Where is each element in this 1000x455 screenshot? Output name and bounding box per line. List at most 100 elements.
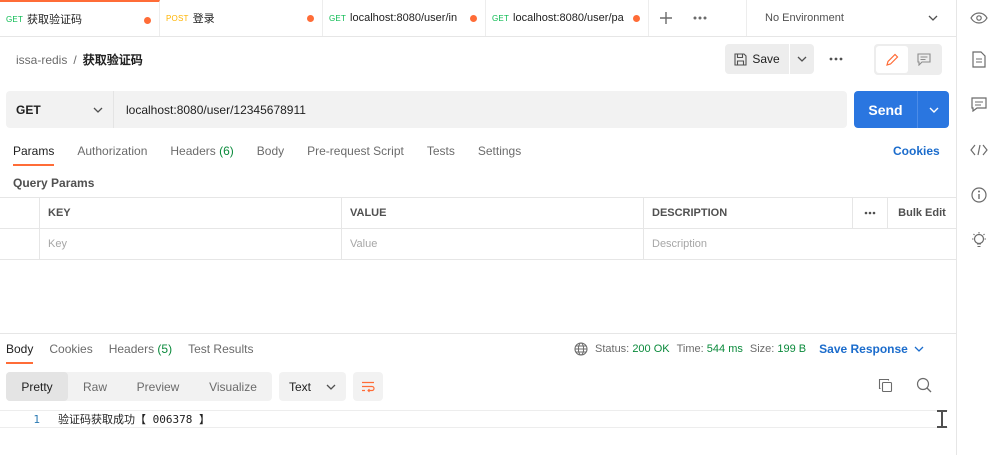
format-preview[interactable]: Preview (122, 372, 194, 401)
comments-button[interactable] (969, 94, 989, 114)
http-method-select[interactable]: GET (6, 91, 114, 128)
key-input[interactable]: Key (40, 229, 342, 259)
more-horizontal-icon (693, 16, 707, 20)
tab-get-verification-code[interactable]: GET 获取验证码 (0, 0, 160, 36)
i-beam-cursor-icon (937, 410, 947, 428)
send-button[interactable]: Send (854, 91, 918, 128)
plus-icon (660, 12, 672, 24)
edit-mode-button[interactable] (876, 46, 908, 73)
response-tab-test-results[interactable]: Test Results (188, 342, 253, 364)
description-column-header: DESCRIPTION (644, 198, 853, 228)
comment-mode-button[interactable] (908, 46, 940, 73)
value-input[interactable]: Value (342, 229, 644, 259)
size-indicator[interactable]: Size: 199 B (750, 343, 806, 355)
response-tab-body[interactable]: Body (6, 342, 33, 364)
time-indicator[interactable]: Time: 544 ms (677, 343, 743, 355)
response-tab-headers[interactable]: Headers (5) (109, 342, 172, 364)
chevron-down-icon (797, 56, 807, 62)
send-options-dropdown[interactable] (918, 91, 949, 128)
response-body-viewer[interactable]: 1 验证码获取成功【 006378 】 (0, 410, 948, 428)
tab-method: GET (329, 13, 347, 23)
breadcrumb-collection[interactable]: issa-redis (16, 53, 67, 67)
column-options-button[interactable] (853, 198, 888, 228)
save-response-label: Save Response (819, 342, 908, 356)
tab-settings[interactable]: Settings (478, 144, 521, 166)
status-indicator[interactable]: Status: 200 OK (595, 343, 670, 355)
chevron-down-icon (93, 107, 103, 113)
bulk-edit-button[interactable]: Bulk Edit (888, 198, 956, 228)
tab-actions (649, 0, 717, 36)
save-response-button[interactable]: Save Response (819, 342, 924, 356)
cookies-link[interactable]: Cookies (893, 144, 940, 158)
query-params-title: Query Params (13, 176, 95, 190)
chevron-down-icon (326, 384, 336, 390)
response-tab-cookies[interactable]: Cookies (49, 342, 92, 364)
code-icon (970, 144, 988, 156)
tab-body[interactable]: Body (257, 144, 284, 166)
row-checkbox[interactable] (0, 229, 40, 259)
tab-tests[interactable]: Tests (427, 144, 455, 166)
response-tabs: Body Cookies Headers (5) Test Results (6, 342, 253, 364)
environment-label: No Environment (765, 12, 844, 24)
status-label: Status: (595, 343, 630, 355)
size-label: Size: (749, 343, 775, 355)
http-method-value: GET (16, 102, 41, 117)
description-input[interactable]: Description (644, 229, 956, 259)
url-bar: GET localhost:8080/user/12345678911 (6, 91, 847, 128)
request-more-actions-button[interactable] (826, 52, 846, 66)
info-button[interactable] (969, 185, 989, 205)
format-raw[interactable]: Raw (68, 372, 122, 401)
tab-title: 获取验证码 (27, 14, 83, 26)
response-line-text: 验证码获取成功【 006378 】 (58, 413, 210, 426)
unsaved-dot-icon (307, 15, 314, 22)
key-column-header: KEY (40, 198, 342, 228)
documentation-button[interactable] (969, 49, 989, 69)
copy-response-button[interactable] (878, 378, 893, 396)
tab-method: GET (6, 14, 24, 24)
url-input[interactable]: localhost:8080/user/12345678911 (114, 91, 306, 128)
headers-count: (6) (219, 144, 234, 158)
request-config-tabs: Params Authorization Headers (6) Body Pr… (13, 144, 521, 166)
search-response-button[interactable] (916, 377, 932, 396)
save-button[interactable]: Save (725, 44, 789, 74)
code-snippet-button[interactable] (969, 140, 989, 160)
unsaved-dot-icon (470, 15, 477, 22)
copy-icon (878, 378, 893, 393)
wrap-lines-button[interactable] (353, 372, 383, 401)
save-options-dropdown[interactable] (790, 44, 814, 74)
breadcrumb: issa-redis / 获取验证码 (16, 51, 143, 68)
format-visualize[interactable]: Visualize (194, 372, 272, 401)
response-format-toggle: Pretty Raw Preview Visualize (6, 372, 272, 401)
tab-login[interactable]: POST 登录 (160, 0, 323, 36)
new-tab-button[interactable] (649, 0, 683, 36)
response-meta: Status: 200 OK Time: 544 ms Size: 199 B … (574, 342, 924, 356)
more-horizontal-icon (864, 211, 876, 215)
save-label: Save (752, 52, 780, 66)
environment-selector[interactable]: No Environment (746, 0, 956, 36)
format-pretty[interactable]: Pretty (6, 372, 68, 401)
tab-authorization[interactable]: Authorization (77, 144, 147, 166)
tab-user-pa[interactable]: GET localhost:8080/user/pa (486, 0, 649, 36)
unsaved-dot-icon (144, 17, 151, 24)
table-row: Key Value Description (0, 229, 956, 260)
send-button-group: Send (854, 91, 949, 128)
status-value: 200 OK (632, 343, 670, 355)
tab-headers[interactable]: Headers (6) (170, 144, 233, 166)
response-headers-count: (5) (157, 342, 173, 356)
ideas-button[interactable] (969, 230, 989, 250)
tab-prerequest-script[interactable]: Pre-request Script (307, 144, 404, 166)
environment-quick-look-button[interactable] (969, 8, 989, 28)
chevron-down-icon (914, 346, 924, 352)
breadcrumb-request-name[interactable]: 获取验证码 (83, 53, 143, 67)
tab-title: 登录 (192, 13, 215, 25)
view-mode-toggle (874, 44, 942, 75)
value-column-header: VALUE (342, 198, 644, 228)
tab-user-info[interactable]: GET localhost:8080/user/in (323, 0, 486, 36)
response-type-select[interactable]: Text (279, 372, 346, 401)
tab-overflow-button[interactable] (683, 0, 717, 36)
tab-params[interactable]: Params (13, 144, 54, 166)
response-divider[interactable] (0, 333, 956, 334)
tab-method: POST (166, 13, 189, 23)
time-label: Time: (676, 343, 704, 355)
info-icon (971, 187, 987, 203)
